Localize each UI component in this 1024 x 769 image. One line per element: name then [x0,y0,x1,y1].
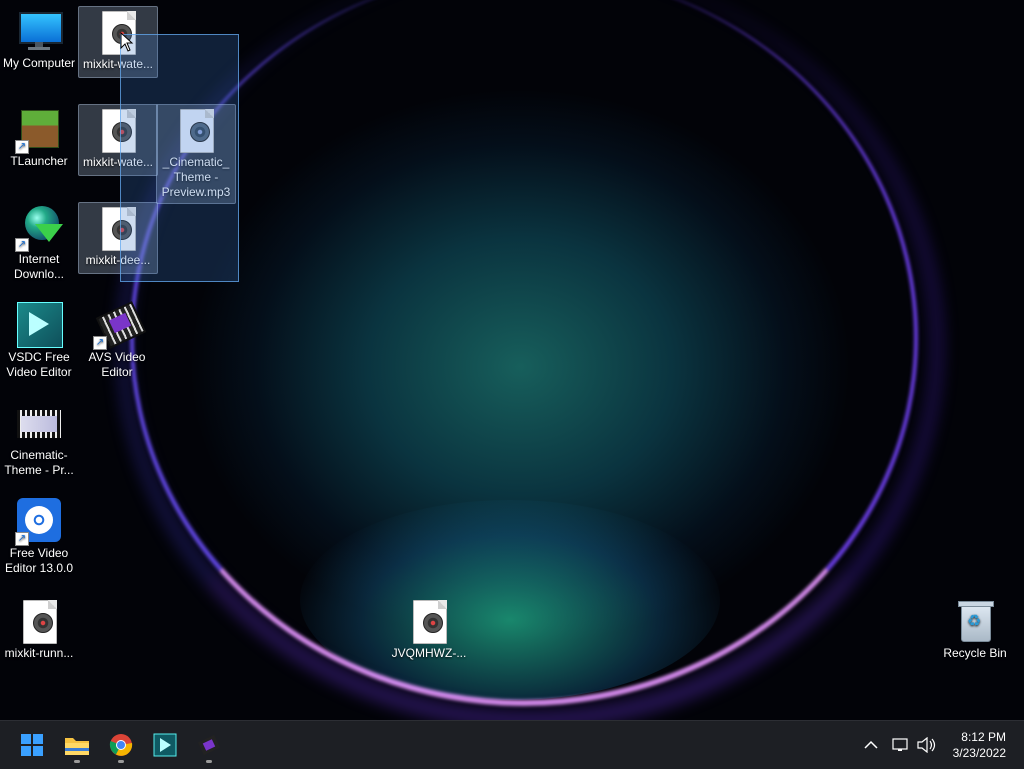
desktop[interactable]: My Computer mixkit-wate... ↗ TLauncher m… [0,0,1024,720]
avs-film-icon [197,734,221,756]
taskbar-vsdc[interactable] [147,727,183,763]
desktop-icon-recycle-bin[interactable]: ♻ Recycle Bin [936,596,1014,666]
mouse-cursor-icon [120,32,134,52]
selection-rectangle [120,34,239,282]
audio-file-icon [405,598,453,646]
speaker-icon [917,737,936,753]
start-button[interactable] [14,727,50,763]
icon-label: Internet Downlo... [13,252,65,281]
icon-label: JVQMHWZ-... [391,646,467,660]
chrome-icon [109,734,133,756]
shortcut-arrow-icon: ↗ [15,238,29,252]
icon-label: My Computer [2,56,76,70]
shortcut-arrow-icon: ↗ [93,336,107,350]
chevron-up-icon [864,740,878,749]
desktop-icon-avs-video-editor[interactable]: ↗ AVS Video Editor [78,300,156,384]
clock-time: 8:12 PM [961,730,1006,744]
film-strip-icon: ↗ [93,301,147,350]
clock-button[interactable]: 8:12 PM 3/23/2022 [953,729,1006,761]
recycle-bin-icon: ♻ [951,598,999,646]
desktop-icon-free-video-editor[interactable]: ↗ Free Video Editor 13.0.0 [0,496,78,580]
vsdc-icon [153,733,177,757]
desktop-icon-vsdc[interactable]: VSDC Free Video Editor [0,300,78,384]
grass-block-icon: ↗ [15,106,63,154]
desktop-icon-mixkit-runn[interactable]: mixkit-runn... [0,596,78,666]
desktop-icon-my-computer[interactable]: My Computer [0,6,78,76]
monitor-icon [15,8,63,56]
windows-logo-icon [21,734,43,756]
desktop-icon-internet-download-manager[interactable]: ↗ Internet Downlo... [0,202,78,286]
shortcut-arrow-icon: ↗ [15,140,29,154]
taskbar-avs[interactable] [191,727,227,763]
shortcut-arrow-icon: ↗ [15,532,29,546]
icon-label: VSDC Free Video Editor [6,350,72,379]
clock-date: 3/23/2022 [952,746,1006,760]
audio-file-icon [15,598,63,646]
icon-label: mixkit-runn... [4,646,74,660]
wallpaper-ring [130,0,918,706]
desktop-icon-tlauncher[interactable]: ↗ TLauncher [0,104,78,174]
vsdc-logo-icon [15,302,63,350]
folder-icon [65,738,89,755]
desktop-icon-cinematic-theme[interactable]: Cinematic- Theme - Pr... [0,398,78,482]
icon-label: Free Video Editor 13.0.0 [4,546,74,575]
icon-label: AVS Video Editor [88,350,146,379]
taskbar: 8:12 PM 3/23/2022 [0,720,1024,769]
film-reel-icon: ↗ [15,498,63,546]
icon-label: TLauncher [10,154,68,168]
network-button[interactable] [892,721,910,769]
taskbar-file-explorer[interactable] [59,727,95,763]
show-hidden-icons-button[interactable] [864,721,878,769]
icon-label: Recycle Bin [943,646,1007,660]
video-thumbnail-icon [15,400,63,448]
globe-download-icon: ↗ [15,204,63,252]
taskbar-chrome[interactable] [103,727,139,763]
volume-button[interactable] [917,721,937,769]
icon-label: Cinematic- Theme - Pr... [4,448,74,477]
desktop-icon-jvqmhwz[interactable]: JVQMHWZ-... [390,596,468,666]
network-icon [892,738,908,751]
